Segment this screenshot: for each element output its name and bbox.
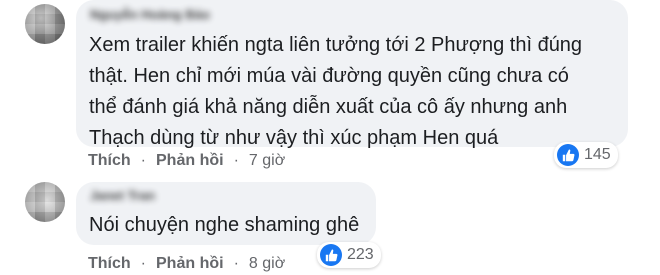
avatar[interactable]	[25, 182, 65, 222]
like-link[interactable]: Thích	[88, 255, 131, 273]
comment-timestamp[interactable]: 7 giờ	[249, 152, 285, 170]
reaction-summary[interactable]: 223	[317, 242, 381, 268]
reply-link[interactable]: Phản hồi	[156, 255, 224, 273]
reaction-summary[interactable]: 145	[554, 142, 618, 168]
reaction-count: 223	[347, 246, 374, 263]
comment-bubble: Nguyễn Hoàng Bảo Xem trailer khiến ngta …	[76, 0, 628, 149]
separator-dot: ·	[233, 255, 239, 272]
like-link[interactable]: Thích	[88, 152, 131, 170]
separator-dot: ·	[140, 152, 146, 169]
comment-text: Nói chuyện nghe shaming ghê	[89, 214, 360, 236]
thumbs-up-icon	[320, 244, 342, 266]
thumbs-up-icon	[557, 144, 579, 166]
separator-dot: ·	[140, 255, 146, 272]
reaction-count: 145	[584, 146, 611, 163]
separator-dot: ·	[233, 152, 239, 169]
comment-bubble: Janet Tran Nói chuyện nghe shaming ghê	[76, 182, 376, 245]
avatar[interactable]	[25, 4, 65, 44]
comment-text: Xem trailer khiến ngta liên tưởng tới 2 …	[89, 34, 583, 149]
comment-author[interactable]: Nguyễn Hoàng Bảo	[90, 7, 210, 22]
comment-actions: Thích · Phản hồi · 8 giờ	[88, 254, 285, 274]
reply-link[interactable]: Phản hồi	[156, 152, 224, 170]
comment-author[interactable]: Janet Tran	[90, 188, 155, 203]
comment-timestamp[interactable]: 8 giờ	[249, 255, 285, 273]
comment-actions: Thích · Phản hồi · 7 giờ	[88, 151, 285, 171]
